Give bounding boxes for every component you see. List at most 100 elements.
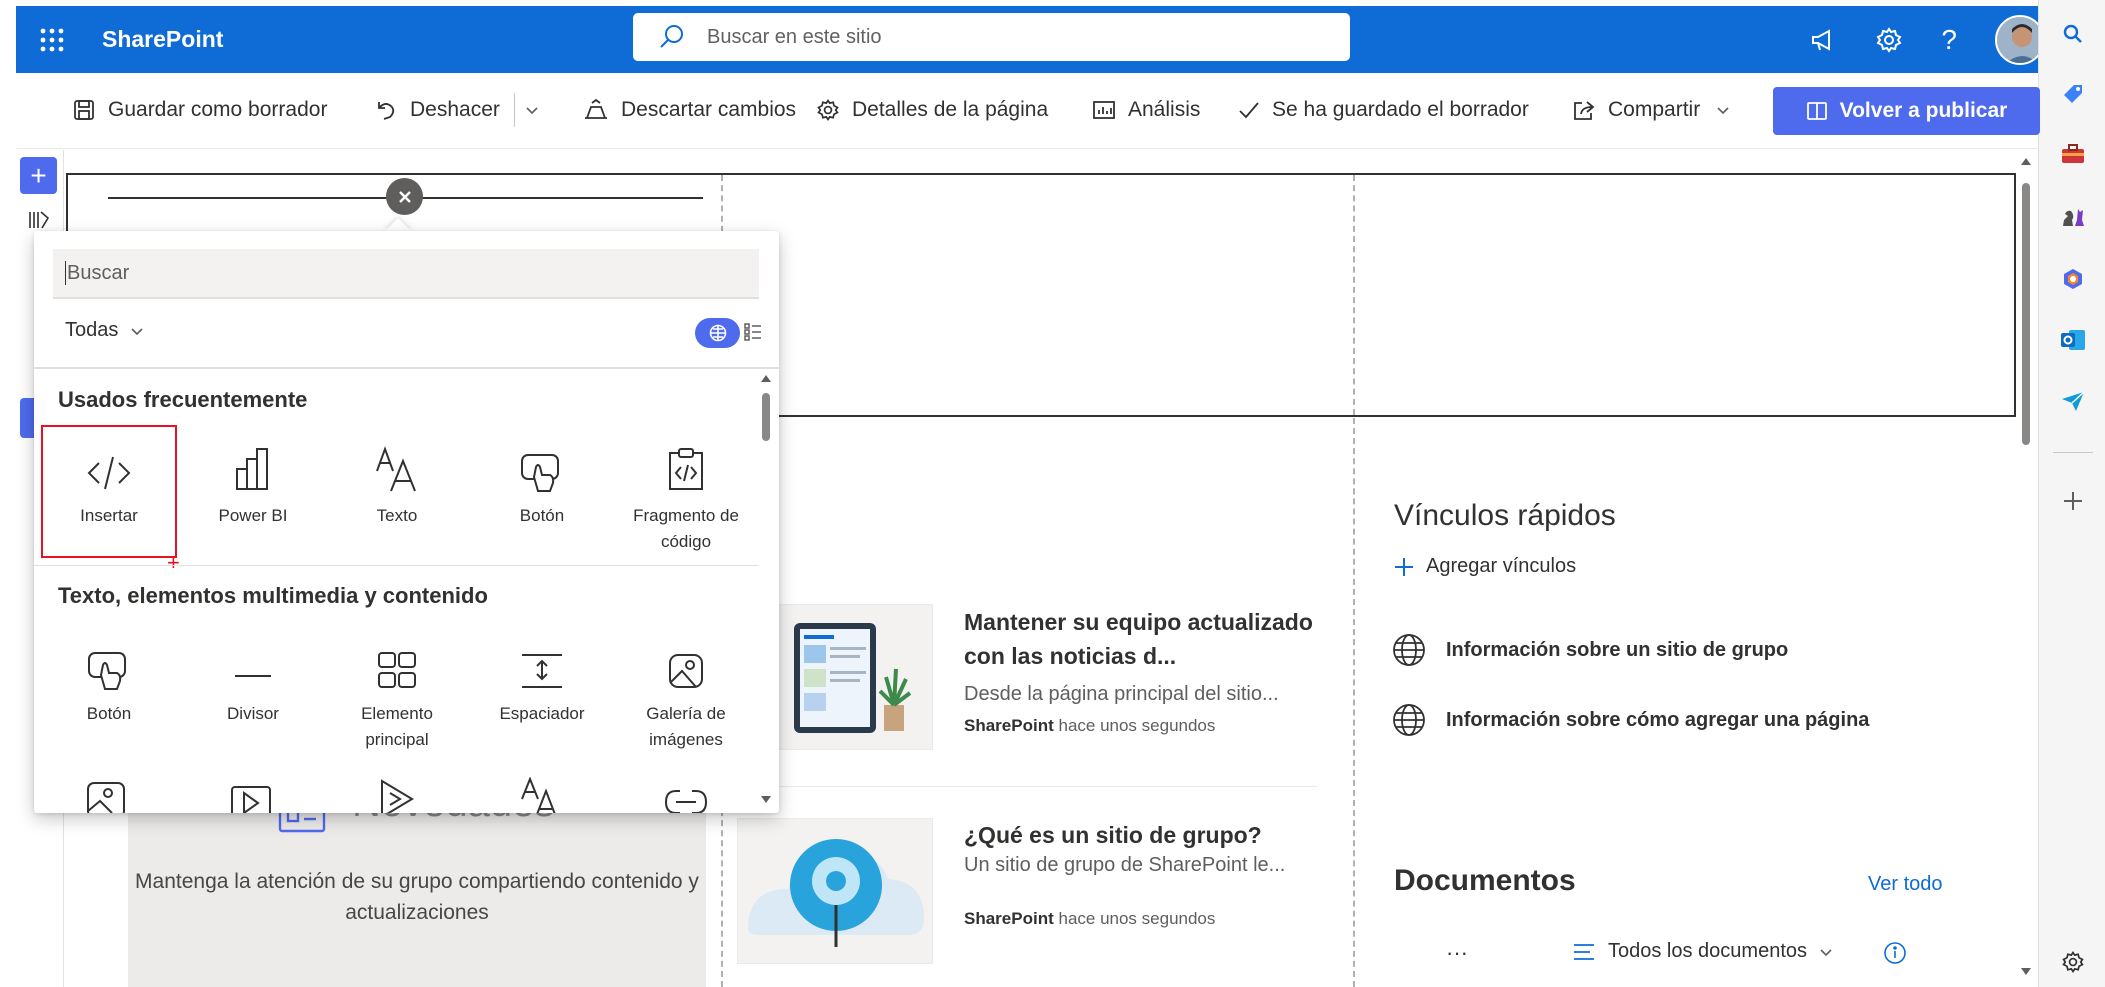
add-section-button[interactable]: + <box>20 157 57 194</box>
news-item-2[interactable]: ¿Qué es un sitio de grupo? Un sitio de g… <box>964 818 1324 929</box>
stream-icon[interactable] <box>374 777 418 813</box>
discard-changes-button[interactable]: Descartar cambios <box>583 73 796 147</box>
megaphone-icon[interactable] <box>1809 26 1837 54</box>
hero-icon <box>377 629 417 691</box>
help-icon[interactable]: ? <box>1941 25 1957 54</box>
webpart-tile-boton-2[interactable]: Botón <box>44 629 174 727</box>
search-placeholder: Buscar en este sitio <box>707 25 882 48</box>
webpart-tile-hero[interactable]: Elemento principal <box>332 629 462 753</box>
gear-icon[interactable] <box>2059 948 2087 976</box>
close-icon[interactable] <box>386 178 423 215</box>
republish-label: Volver a publicar <box>1839 99 2008 122</box>
search-icon[interactable] <box>2059 20 2087 48</box>
briefcase-icon[interactable] <box>2059 140 2087 168</box>
news-item-1[interactable]: Mantener su equipo actualizado con las n… <box>964 605 1324 736</box>
analytics-icon <box>1093 101 1115 119</box>
docs-view-selector[interactable]: Todos los documentos <box>1572 940 1833 963</box>
news-item-time: hace unos segundos <box>1058 716 1216 735</box>
webpart-tile-texto[interactable]: Texto <box>332 431 462 529</box>
documents-title: Documentos <box>1394 864 1576 897</box>
save-draft-button[interactable]: Guardar como borrador <box>72 73 327 147</box>
image-gallery-icon <box>666 629 706 691</box>
webpart-tile-insertar[interactable]: Insertar <box>44 431 174 529</box>
outlook-icon[interactable] <box>2059 326 2087 354</box>
news-placeholder[interactable]: Novedades Mantenga la atención de su gru… <box>128 781 706 987</box>
tile-label: Insertar <box>80 506 138 525</box>
send-icon[interactable] <box>2059 387 2087 415</box>
news-thumbnail[interactable] <box>737 818 933 964</box>
code-snippet-icon <box>666 431 706 493</box>
plus-icon[interactable] <box>2059 487 2087 515</box>
file-viewer-icon[interactable] <box>230 783 274 813</box>
gear-icon[interactable] <box>1875 26 1903 54</box>
info-icon[interactable] <box>1883 941 1907 965</box>
sharepoint-editor: SharePoint Buscar en este sitio ? Guarda… <box>0 0 2105 987</box>
copilot-icon[interactable] <box>2059 265 2087 293</box>
app-launcher-icon[interactable] <box>16 6 88 73</box>
column-divider <box>1353 418 1355 987</box>
category-filter-label: Todas <box>65 319 119 341</box>
picker-search-input[interactable]: Buscar <box>53 249 759 299</box>
site-search-box[interactable]: Buscar en este sitio <box>633 13 1350 61</box>
chess-icon[interactable] <box>2059 202 2087 230</box>
webpart-tile-divisor[interactable]: Divisor <box>188 629 318 727</box>
tile-label: Botón <box>86 704 132 723</box>
share-button[interactable]: Compartir <box>1572 73 1742 147</box>
discard-icon <box>585 98 607 119</box>
brand-name[interactable]: SharePoint <box>102 26 223 53</box>
tile-label: Botón <box>519 506 565 525</box>
chevron-down-icon <box>1717 107 1729 115</box>
grid-view-toggle[interactable] <box>695 318 740 348</box>
save-draft-label: Guardar como borrador <box>108 98 328 121</box>
republish-button[interactable]: Volver a publicar <box>1773 87 2040 135</box>
section-layout-icon[interactable] <box>28 210 50 230</box>
webpart-tile-boton[interactable]: Botón <box>477 431 607 529</box>
media-section-title: Texto, elementos multimedia y contenido <box>58 583 488 608</box>
picker-scrollbar[interactable] <box>758 371 774 809</box>
share-label: Compartir <box>1608 98 1701 121</box>
category-filter[interactable]: Todas <box>65 319 144 342</box>
text-caret <box>65 261 66 285</box>
search-icon <box>660 25 683 48</box>
save-icon <box>74 100 94 120</box>
news-item-time: hace unos segundos <box>1058 909 1216 928</box>
list-view-icon[interactable] <box>744 322 762 342</box>
see-all-link[interactable]: Ver todo <box>1868 873 1943 896</box>
news-item-desc: Desde la página principal del sitio... <box>964 683 1279 705</box>
globe-icon <box>1393 704 1425 736</box>
tile-label: Power BI <box>218 506 288 525</box>
embed-icon <box>85 431 133 493</box>
page-scrollbar[interactable] <box>2017 155 2035 985</box>
news-item-title[interactable]: ¿Qué es un sitio de grupo? <box>964 818 1324 852</box>
webpart-tile-galeria[interactable]: Galería de imágenes <box>621 629 751 753</box>
spacer-icon <box>520 629 564 691</box>
column-divider <box>1353 175 1355 415</box>
webpart-picker: Buscar Todas Usados frecuentemente + Ins… <box>34 231 779 813</box>
power-bi-icon <box>233 431 273 493</box>
undo-button[interactable]: Deshacer <box>374 73 551 147</box>
image-icon[interactable] <box>86 779 126 813</box>
chevron-down-icon[interactable] <box>525 105 539 115</box>
more-options-icon[interactable]: ··· <box>1446 940 1468 966</box>
webpart-tile-espaciador[interactable]: Espaciador <box>477 629 607 727</box>
discard-label: Descartar cambios <box>621 98 797 121</box>
analytics-button[interactable]: Análisis <box>1092 73 1200 147</box>
webpart-tile-fragmento[interactable]: Fragmento de código <box>621 431 751 555</box>
link-icon[interactable] <box>664 787 708 813</box>
chevron-down-icon <box>1820 948 1832 956</box>
rail-divider <box>2053 452 2093 453</box>
add-links-button[interactable]: Agregar vínculos <box>1394 555 1576 578</box>
share-icon <box>1574 101 1595 120</box>
news-item-title[interactable]: Mantener su equipo actualizado con las n… <box>964 605 1324 673</box>
quick-link-item[interactable]: Información sobre cómo agregar una págin… <box>1392 703 1869 737</box>
webpart-tile-power-bi[interactable]: Power BI <box>188 431 318 529</box>
tag-icon[interactable] <box>2059 80 2087 108</box>
page-details-button[interactable]: Detalles de la página <box>816 73 1048 147</box>
quick-link-item[interactable]: Información sobre un sitio de grupo <box>1392 633 1788 667</box>
text-icon <box>373 431 421 493</box>
news-item-author: SharePoint <box>964 716 1054 735</box>
picker-search-placeholder: Buscar <box>67 261 130 284</box>
tile-label: Texto <box>376 506 418 525</box>
text-icon[interactable] <box>518 777 566 813</box>
crosshair-cursor: + <box>167 550 180 575</box>
